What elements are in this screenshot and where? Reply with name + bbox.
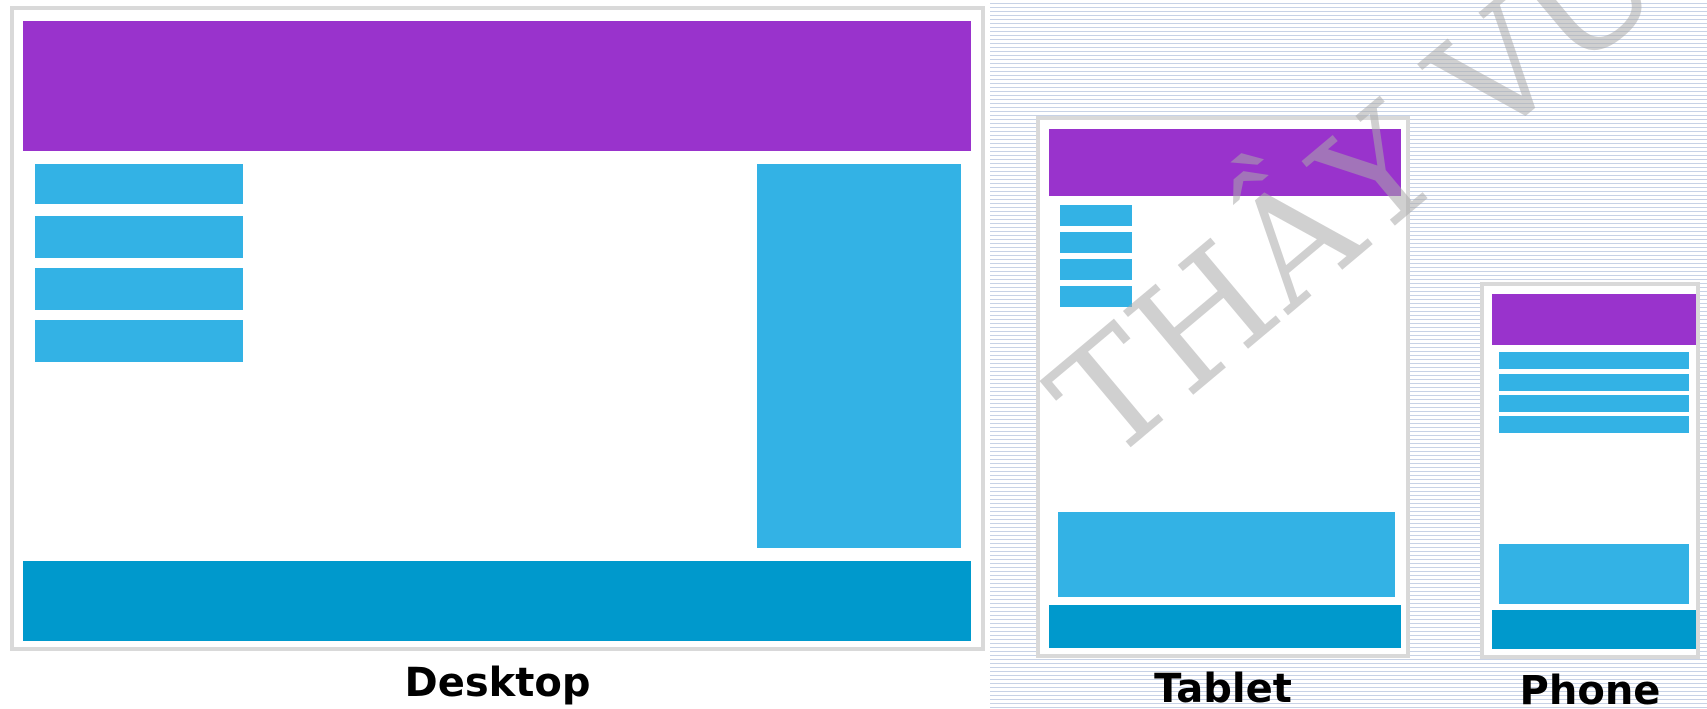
desktop-header	[23, 21, 971, 151]
tablet-nav-item	[1060, 205, 1132, 226]
desktop-footer	[23, 561, 971, 641]
phone-sidebar	[1499, 544, 1689, 604]
phone-header	[1492, 294, 1696, 345]
phone-nav-item	[1499, 416, 1689, 433]
desktop-label: Desktop	[404, 660, 591, 706]
phone-footer	[1492, 610, 1696, 649]
desktop-nav-item	[35, 164, 243, 204]
tablet-frame	[1036, 116, 1410, 658]
phone-nav-item	[1499, 352, 1689, 369]
tablet-nav-item	[1060, 232, 1132, 253]
tablet-nav-item	[1060, 259, 1132, 280]
phone-nav-item	[1499, 374, 1689, 391]
tablet-nav-item	[1060, 286, 1132, 307]
desktop-nav-item	[35, 320, 243, 362]
phone-label: Phone	[1519, 668, 1661, 709]
tablet-sidebar	[1058, 512, 1395, 597]
desktop-frame	[10, 6, 985, 651]
desktop-nav-item	[35, 268, 243, 310]
phone-nav-item	[1499, 395, 1689, 412]
desktop-sidebar	[757, 164, 961, 548]
tablet-footer	[1049, 605, 1401, 648]
phone-frame	[1480, 282, 1700, 659]
desktop-nav-item	[35, 216, 243, 258]
tablet-header	[1049, 129, 1401, 196]
tablet-label: Tablet	[1154, 666, 1292, 709]
responsive-layout-diagram: Desktop Tablet Phone THẦY VU	[0, 0, 1707, 709]
